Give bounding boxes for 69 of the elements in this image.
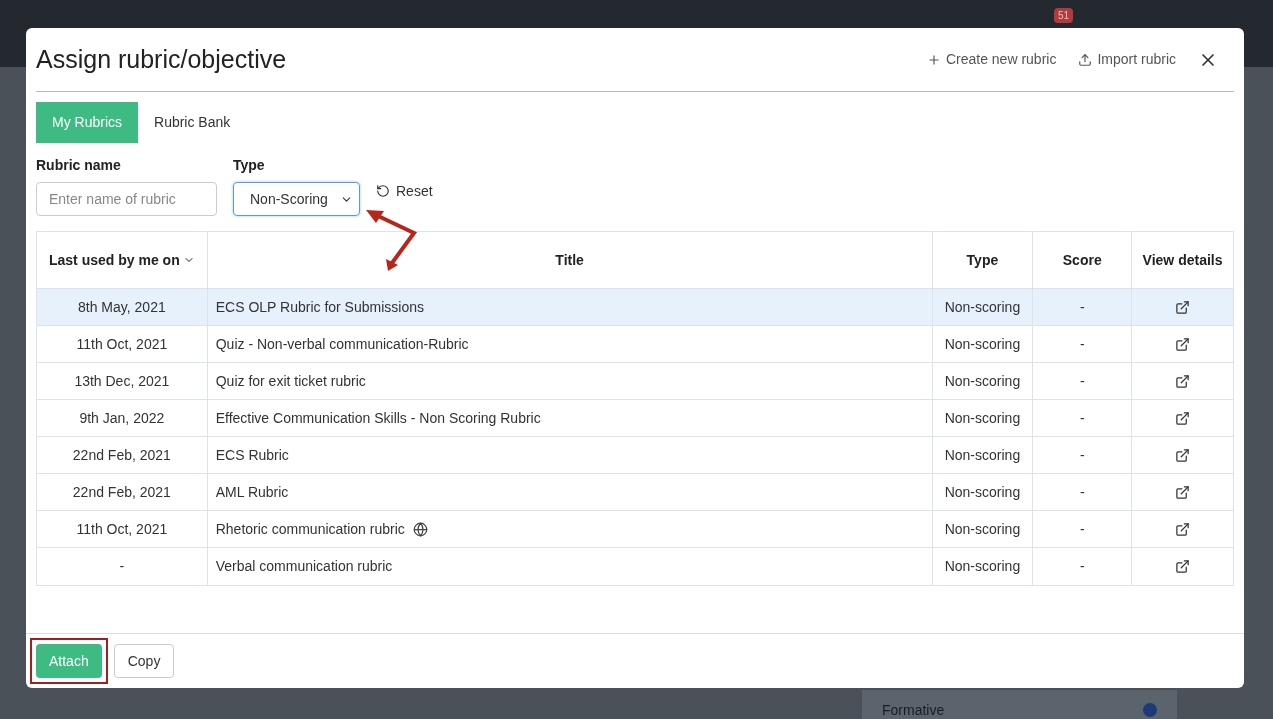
score-cell-text: - bbox=[1079, 408, 1085, 428]
date-cell-text: 11th Oct, 2021 bbox=[76, 519, 168, 539]
title-cell-text: Rhetoric communication rubric bbox=[215, 519, 405, 539]
score-cell-text: - bbox=[1079, 371, 1085, 391]
external-link-icon[interactable] bbox=[1175, 484, 1191, 500]
column-header: View details bbox=[1142, 251, 1223, 270]
type-cell-text: Non-scoring bbox=[944, 557, 1021, 576]
column-header: Title bbox=[555, 251, 584, 270]
title-cell-text: ECS Rubric bbox=[215, 445, 289, 465]
score-cell-text: - bbox=[1079, 557, 1085, 576]
field-label: Rubric name bbox=[36, 156, 122, 175]
score-cell-text: - bbox=[1079, 297, 1085, 317]
column-header: Type bbox=[966, 251, 999, 270]
tab[interactable]: Rubric Bank bbox=[138, 102, 247, 143]
title-cell-text: ECS OLP Rubric for Submissions bbox=[215, 297, 424, 317]
table-row[interactable]: 11th Oct, 2021 Rhetoric communication rubric Non-scoring - bbox=[37, 511, 1233, 548]
score-cell-text: - bbox=[1079, 445, 1085, 465]
double-arrow-drawing bbox=[364, 207, 420, 271]
column-header: Score bbox=[1062, 251, 1102, 270]
date-cell-text: 8th May, 2021 bbox=[78, 297, 166, 317]
create-rubric-link[interactable]: Create new rubric bbox=[926, 49, 1057, 70]
dialog-title: Assign rubric/objective bbox=[36, 43, 288, 75]
title-cell-text: Quiz - Non-verbal communication-Rubric bbox=[215, 334, 469, 354]
type-cell-text: Non-scoring bbox=[944, 482, 1021, 502]
type-cell-text: Non-scoring bbox=[944, 445, 1021, 465]
reset-icon bbox=[376, 184, 390, 198]
copy-button[interactable]: Copy bbox=[113, 644, 175, 678]
table-row[interactable]: 8th May, 2021 ECS OLP Rubric for Submissions Non-scoring - bbox=[37, 289, 1233, 326]
reset-button[interactable]: Reset bbox=[376, 174, 433, 208]
date-cell-text: 22nd Feb, 2021 bbox=[72, 482, 171, 502]
type-cell-text: Non-scoring bbox=[944, 334, 1021, 354]
external-link-icon[interactable] bbox=[1175, 521, 1191, 537]
type-cell-text: Non-scoring bbox=[944, 297, 1021, 317]
score-cell-text: - bbox=[1079, 334, 1085, 354]
title-cell-text: Verbal communication rubric bbox=[215, 557, 393, 576]
table-row[interactable]: 22nd Feb, 2021 AML Rubric Non-scoring - bbox=[37, 474, 1233, 511]
radio-button[interactable] bbox=[1143, 703, 1157, 717]
date-cell-text: 13th Dec, 2021 bbox=[74, 371, 170, 391]
title-cell-text: AML Rubric bbox=[215, 482, 289, 502]
table-row[interactable]: 11th Oct, 2021 Quiz - Non-verbal communication-Rubric Non-scoring - bbox=[37, 326, 1233, 363]
type-cell-text: Non-scoring bbox=[944, 408, 1021, 428]
external-link-icon[interactable] bbox=[1175, 299, 1191, 315]
external-link-icon[interactable] bbox=[1175, 447, 1191, 463]
type-cell-text: Non-scoring bbox=[944, 371, 1021, 391]
type-cell-text: Non-scoring bbox=[944, 519, 1021, 539]
external-link-icon[interactable] bbox=[1175, 336, 1191, 352]
field-label: Type bbox=[233, 156, 266, 175]
table-row[interactable]: 9th Jan, 2022 Effective Communication Skills - Non Scoring Rubric Non-scoring - bbox=[37, 400, 1233, 437]
column-header[interactable]: Last used by me on bbox=[49, 250, 195, 270]
notification-badge: 51 bbox=[1053, 8, 1073, 23]
date-cell-text: - bbox=[119, 557, 125, 576]
score-cell-text: - bbox=[1079, 482, 1085, 502]
score-cell-text: - bbox=[1079, 519, 1085, 539]
external-link-icon[interactable] bbox=[1175, 410, 1191, 426]
title-cell-text: Effective Communication Skills - Non Scoring Rubric bbox=[215, 408, 541, 428]
table-row[interactable]: 13th Dec, 2021 Quiz for exit ticket rubric Non-scoring - bbox=[37, 363, 1233, 400]
title-cell-text: Quiz for exit ticket rubric bbox=[215, 371, 366, 391]
table-row[interactable]: 22nd Feb, 2021 ECS Rubric Non-scoring - bbox=[37, 437, 1233, 474]
external-link-icon[interactable] bbox=[1175, 559, 1191, 574]
date-cell-text: 22nd Feb, 2021 bbox=[72, 445, 171, 465]
type-dropdown[interactable]: Non-Scoring bbox=[233, 182, 360, 216]
upload-icon bbox=[1078, 52, 1093, 67]
option-label: Formative bbox=[882, 700, 945, 719]
date-cell-text: 9th Jan, 2022 bbox=[79, 408, 165, 428]
rubric-name-field[interactable]: Enter name of rubric bbox=[36, 182, 217, 216]
external-link-icon[interactable] bbox=[1175, 373, 1191, 389]
date-cell-text: 11th Oct, 2021 bbox=[76, 334, 168, 354]
import-rubric-link[interactable]: Import rubric bbox=[1078, 49, 1176, 70]
plus-icon bbox=[926, 52, 941, 67]
